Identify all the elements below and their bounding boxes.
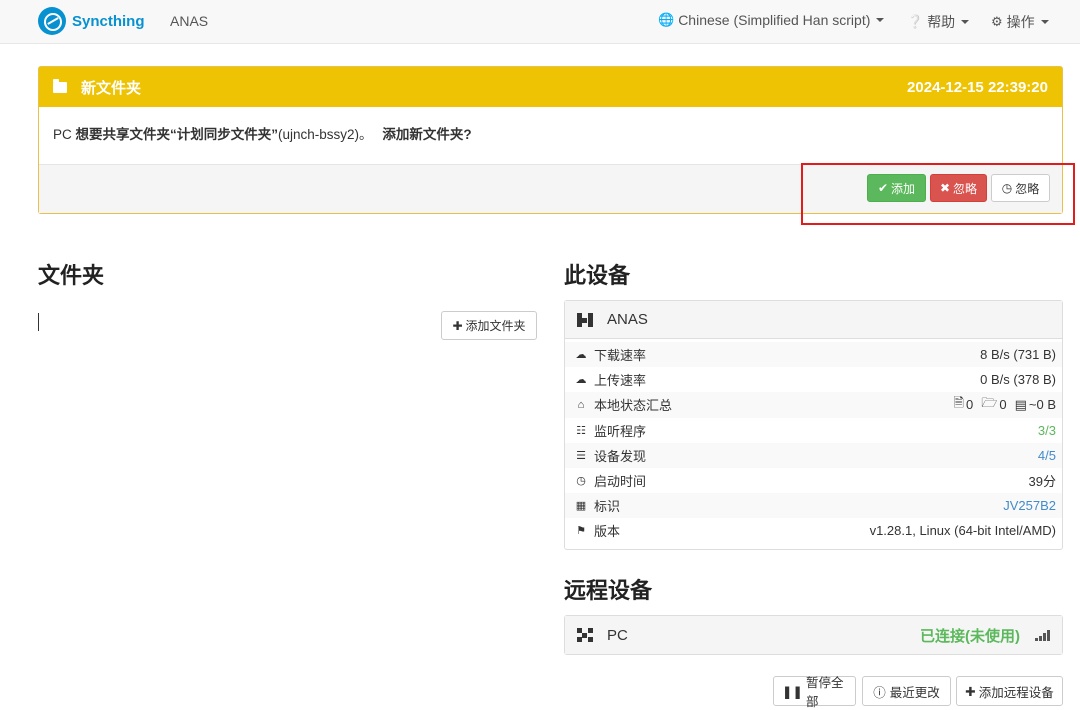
syncthing-logo-icon: [38, 7, 66, 35]
device-id-link[interactable]: JV257B2: [1003, 498, 1056, 513]
listeners-value[interactable]: 3/3: [1038, 423, 1056, 438]
notice-header: 新文件夹 2024-12-15 22:39:20: [39, 67, 1062, 107]
plus-icon: ✚: [965, 684, 976, 699]
discovery-value[interactable]: 4/5: [1038, 448, 1056, 463]
this-device-name: ANAS: [607, 311, 648, 328]
home-icon: ⌂: [577, 398, 585, 411]
local-size: ~0 B: [1028, 397, 1056, 413]
remote-device-panel: PC 已连接(未使用): [564, 615, 1063, 655]
device-identicon-icon: [577, 628, 593, 642]
version-label: 版本: [594, 524, 621, 540]
question-circle-icon: ❔: [907, 14, 924, 29]
uptime-row: ◷ 启动时间 39分: [565, 468, 1062, 493]
discovery-label: 设备发现: [594, 448, 647, 464]
local-files-count: 0: [966, 397, 974, 413]
clock-icon: ◷: [576, 475, 586, 488]
actions-menu[interactable]: ⚙ 操作: [991, 12, 1049, 32]
remote-device-status: 已连接(未使用): [920, 627, 1020, 645]
download-rate-row: ☁ 下载速率 8 B/s (731 B): [565, 342, 1062, 368]
identification-label: 标识: [594, 499, 621, 515]
notice-message: PC 想要共享文件夹“计划同步文件夹”(ujnch-bssy2)。 添加新文件夹…: [39, 107, 1062, 165]
notice-question: 添加新文件夹?: [382, 127, 472, 142]
uptime-value: 39分: [1028, 474, 1056, 490]
folder-icon: [53, 78, 67, 93]
this-device-panel: ANAS ☁ 下载速率 8 B/s (731 B) ☁ 上传速率 0 B/s (37…: [564, 300, 1063, 550]
folders-heading: 文件夹: [38, 263, 105, 288]
device-identicon-icon: [577, 312, 593, 327]
qrcode-icon: ▦: [575, 500, 587, 513]
help-label: 帮助: [927, 14, 956, 30]
gear-icon: ⚙: [991, 14, 1003, 29]
add-folder-label: 添加文件夹: [465, 319, 526, 333]
local-state-row: ⌂ 本地状态汇总 🗎 0 🗁 0 ▤ ~0 B: [565, 392, 1062, 418]
remote-device-name: PC: [607, 626, 628, 644]
notice-wants: 想要共享文件夹: [75, 127, 171, 142]
plus-icon: ✚: [452, 318, 463, 333]
listeners-row: ☷ 监听程序 3/3: [565, 418, 1062, 443]
navbar-device-name: ANAS: [170, 13, 209, 29]
info-circle-icon: ⓘ: [873, 685, 886, 700]
notice-folder-id: (ujnch-bssy2)。: [278, 127, 373, 142]
chevron-down-icon: [961, 20, 970, 24]
remote-device-header[interactable]: PC 已连接(未使用): [565, 616, 1062, 654]
notice-folder-label: “计划同步文件夹”: [170, 127, 279, 142]
sitemap-icon: ☷: [576, 424, 586, 437]
this-device-heading: 此设备: [564, 263, 631, 288]
file-icon: 🗎: [953, 394, 964, 410]
chevron-down-icon: [1040, 20, 1049, 24]
upload-rate-value: 0 B/s (378 B): [980, 372, 1056, 388]
notice-title: 新文件夹: [81, 79, 142, 97]
identification-row: ▦ 标识 JV257B2: [565, 493, 1062, 519]
language-menu[interactable]: 🌐 Chinese (Simplified Han script): [658, 12, 885, 28]
hdd-icon: ▤: [1014, 396, 1027, 412]
uptime-label: 启动时间: [594, 474, 647, 490]
pause-all-button[interactable]: ❚❚ 暂停全部: [773, 676, 856, 709]
discovery-row: ☰ 设备发现 4/5: [565, 442, 1062, 468]
brand-name: Syncthing: [72, 12, 145, 30]
cloud-upload-icon: ☁: [575, 374, 587, 387]
download-rate-value: 8 B/s (731 B): [980, 347, 1056, 363]
language-label: Chinese (Simplified Han script): [678, 12, 871, 28]
help-menu[interactable]: ❔ 帮助: [907, 12, 970, 32]
pause-all-label: 暂停全部: [805, 676, 844, 709]
cloud-download-icon: ☁: [575, 349, 587, 362]
globe-icon: 🌐: [658, 12, 675, 27]
add-folder-button[interactable]: ✚ 添加文件夹: [441, 311, 537, 340]
annotation-highlight-box: [801, 163, 1075, 225]
signpost-icon: ☰: [576, 449, 586, 462]
navbar: Syncthing ANAS 🌐 Chinese (Simplified Han…: [0, 0, 1080, 44]
remote-devices-heading: 远程设备: [564, 578, 653, 603]
folder-outline-icon: 🗁: [981, 394, 998, 410]
tag-icon: ⚑: [576, 525, 586, 538]
brand-logo-link[interactable]: Syncthing: [38, 7, 145, 35]
actions-label: 操作: [1006, 14, 1035, 30]
local-dirs-count: 0: [999, 397, 1007, 413]
this-device-header[interactable]: ANAS: [565, 301, 1062, 339]
version-value: v1.28.1, Linux (64-bit Intel/AMD): [869, 523, 1056, 539]
chevron-down-icon: [876, 18, 885, 22]
recent-changes-button[interactable]: ⓘ 最近更改: [862, 676, 951, 706]
download-rate-label: 下载速率: [594, 348, 647, 364]
local-state-label: 本地状态汇总: [594, 398, 673, 414]
signal-bars-icon: [1034, 629, 1050, 641]
recent-changes-label: 最近更改: [889, 685, 940, 700]
pause-icon: ❚❚: [782, 684, 803, 699]
add-remote-device-button[interactable]: ✚ 添加远程设备: [956, 676, 1063, 706]
upload-rate-label: 上传速率: [594, 373, 647, 389]
notice-timestamp: 2024-12-15 22:39:20: [907, 78, 1048, 96]
text-cursor: [38, 313, 39, 331]
version-row: ⚑ 版本 v1.28.1, Linux (64-bit Intel/AMD): [565, 518, 1062, 543]
upload-rate-row: ☁ 上传速率 0 B/s (378 B): [565, 367, 1062, 392]
listeners-label: 监听程序: [594, 423, 647, 439]
add-remote-device-label: 添加远程设备: [978, 685, 1054, 700]
notice-device: PC: [53, 127, 72, 142]
